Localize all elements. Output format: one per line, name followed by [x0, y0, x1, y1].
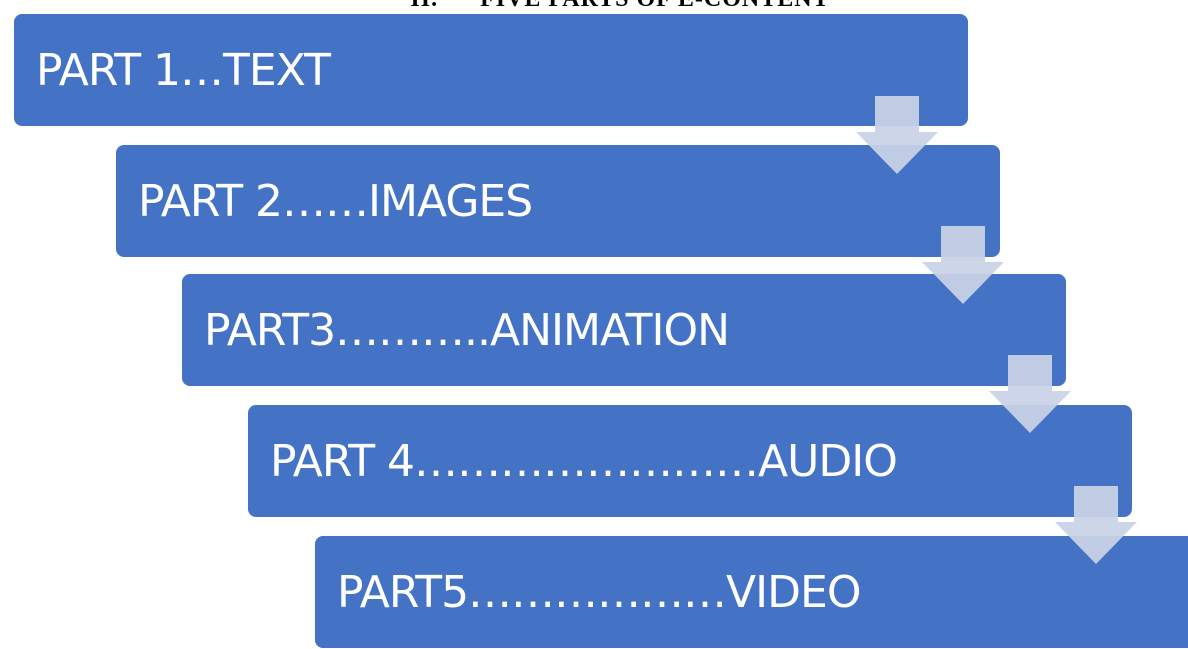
section-heading: II. FIVE PARTS OF E-CONTENT	[300, 0, 940, 12]
step-label: PART 2……IMAGES	[138, 175, 533, 227]
step-label: PART 1…TEXT	[36, 44, 331, 96]
process-diagram: II. FIVE PARTS OF E-CONTENT PART 1…TEXT …	[0, 0, 1188, 649]
down-arrow-icon	[1055, 486, 1137, 564]
step-label: PART5………………VIDEO	[337, 566, 861, 618]
step-label: PART3………..ANIMATION	[204, 304, 730, 356]
down-arrow-icon	[989, 355, 1071, 433]
down-arrow-icon	[922, 226, 1004, 304]
step-text: PART 1…TEXT	[14, 14, 968, 126]
down-arrow-icon	[856, 96, 938, 174]
step-label: PART 4……………………AUDIO	[270, 435, 898, 487]
